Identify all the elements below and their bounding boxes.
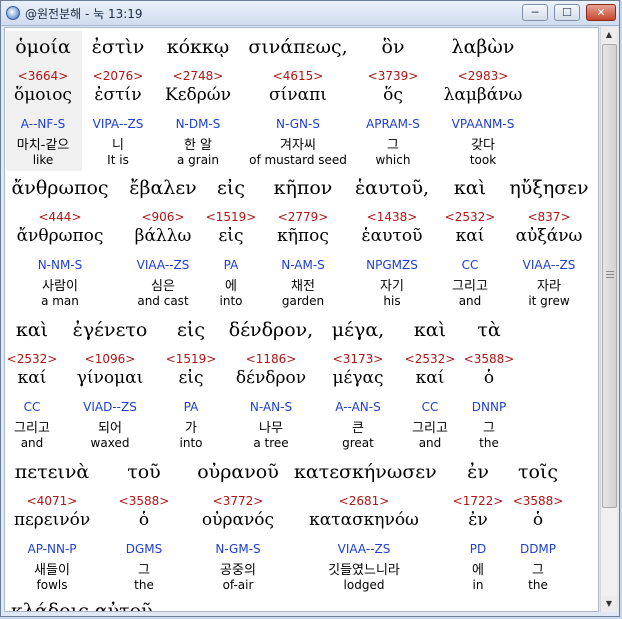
- app-window: @원전분해 - 눅 13:19 ─ ☐ ✕ κλάδοις αὐτοῦ ὁμοί…: [0, 0, 620, 617]
- maximize-button[interactable]: ☐: [554, 4, 580, 21]
- grip-icon: [606, 271, 614, 272]
- vertical-scrollbar[interactable]: ▲ ▼: [600, 27, 617, 612]
- word-english: it grew: [528, 294, 570, 308]
- word-korean: 그: [483, 421, 495, 436]
- word-parse: DDMP: [519, 542, 557, 556]
- word-lexeme: λαμβάνω: [443, 85, 523, 105]
- scroll-up-arrow-icon[interactable]: ▲: [601, 27, 617, 43]
- word-korean: 갖다: [471, 138, 495, 153]
- word-parse: VIAA--ZS: [522, 258, 576, 272]
- word-english: the: [528, 578, 548, 592]
- word-english: the: [479, 436, 499, 450]
- word-column[interactable]: οὐρανοῦ <3772> οὐρανός N-GM-S 공중의 of-air: [168, 461, 308, 596]
- interlinear-panel: κλάδοις αὐτοῦ ὁμοία <3664> ὅμοιος A--NF-S 마치…: [4, 27, 599, 612]
- word-column[interactable]: ηὔξησεν <837> αὐξάνω VIAA--ZS 자라 it grew: [479, 177, 598, 312]
- word-korean: 그: [532, 563, 544, 578]
- word-column[interactable]: λαβὼν <2983> λαμβάνω VPAANM-S 갖다 took: [413, 36, 553, 171]
- word-strong: <3772>: [212, 494, 264, 508]
- word-column[interactable]: τοῖς <3588> ὁ DDMP 그 the: [468, 461, 598, 596]
- minimize-button[interactable]: ─: [522, 4, 548, 21]
- word-greek: λαβὼν: [451, 36, 515, 58]
- word-greek: τὰ: [477, 319, 501, 341]
- word-greek: ηὔξησεν: [509, 177, 589, 199]
- word-column[interactable]: τὰ <3588> ὁ DNNP 그 the: [419, 319, 559, 454]
- word-korean: 자라: [537, 279, 561, 294]
- word-greek: τοῖς: [517, 461, 559, 483]
- word-strong: <3588>: [512, 494, 564, 508]
- word-greek: οὐρανοῦ: [197, 461, 279, 483]
- word-korean: 공중의: [220, 563, 256, 578]
- word-parse: DNNP: [471, 400, 507, 414]
- word-lexeme: ὁ: [532, 510, 544, 530]
- word-lexeme: ὁ: [483, 368, 495, 388]
- close-button[interactable]: ✕: [586, 4, 616, 21]
- word-english: took: [469, 153, 497, 167]
- app-icon: [6, 6, 20, 20]
- scroll-thumb[interactable]: [602, 44, 617, 508]
- scroll-down-arrow-icon[interactable]: ▼: [601, 596, 617, 612]
- word-english: of-air: [222, 578, 254, 592]
- word-strong: <2983>: [457, 69, 509, 83]
- word-parse: N-GM-S: [215, 542, 261, 556]
- word-lexeme: αὐξάνω: [515, 226, 583, 246]
- word-lexeme: οὐρανός: [201, 510, 275, 530]
- word-parse: VPAANM-S: [451, 117, 515, 131]
- word-strong: <3588>: [463, 352, 515, 366]
- window-title: @원전분해 - 눅 13:19: [25, 7, 143, 21]
- cutoff-next-line: κλάδοις αὐτοῦ: [11, 600, 153, 612]
- word-strong: <837>: [527, 210, 571, 224]
- title-bar[interactable]: @원전분해 - 눅 13:19 ─ ☐ ✕: [1, 1, 619, 26]
